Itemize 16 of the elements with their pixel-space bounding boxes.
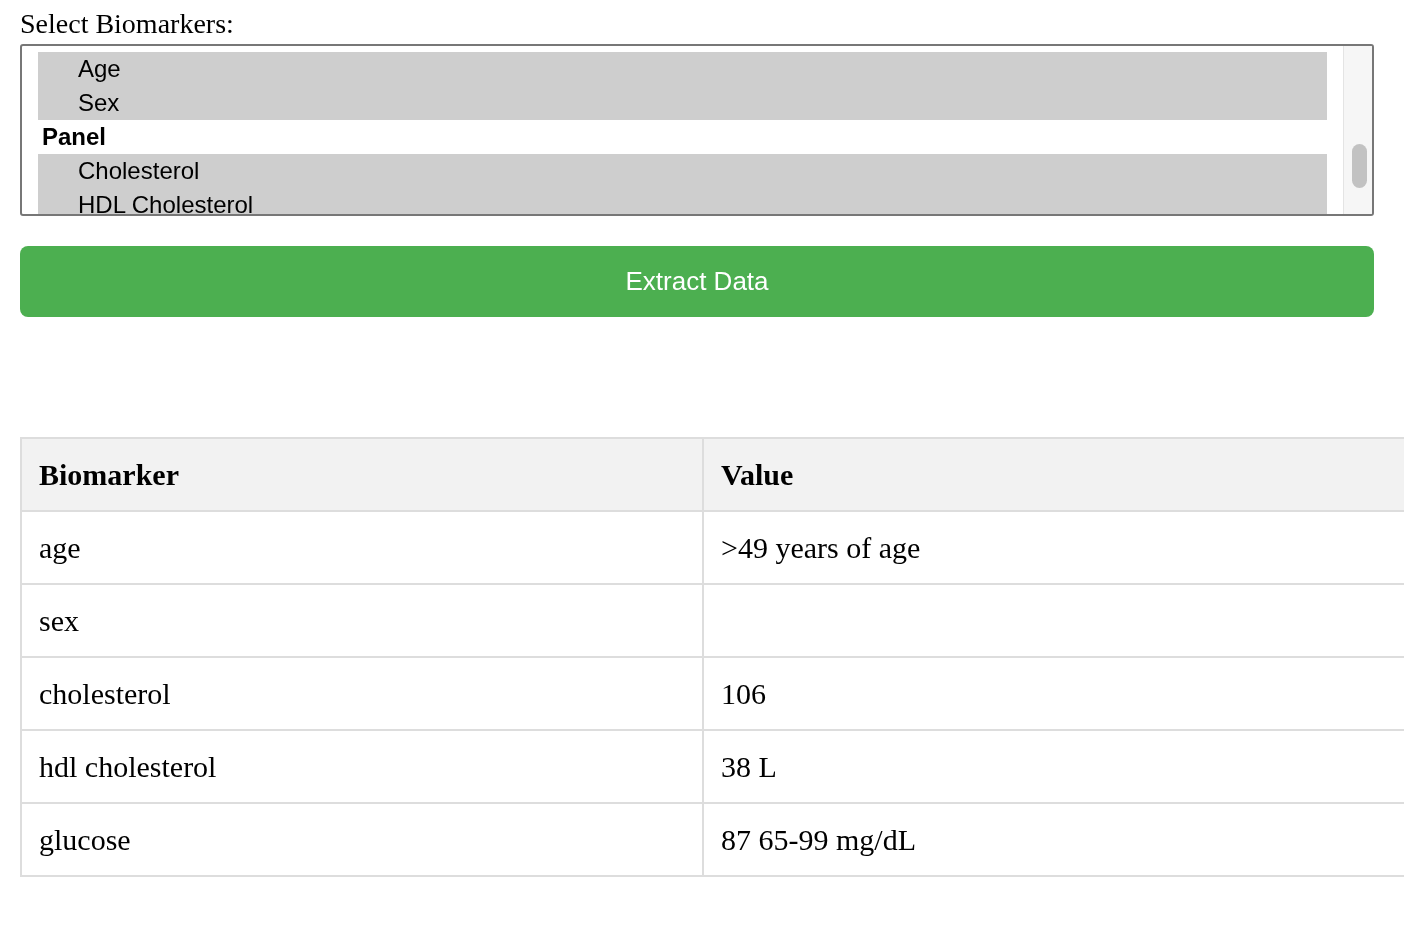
- list-option[interactable]: HDL Cholesterol: [38, 188, 1327, 214]
- scrollbar-track[interactable]: [1343, 46, 1372, 214]
- column-header: Biomarker: [21, 438, 703, 511]
- table-cell: sex: [21, 584, 703, 657]
- table-cell: hdl cholesterol: [21, 730, 703, 803]
- list-option[interactable]: Sex: [38, 86, 1327, 120]
- list-option[interactable]: Age: [38, 52, 1327, 86]
- list-option[interactable]: Cholesterol: [38, 154, 1327, 188]
- scrollbar-thumb[interactable]: [1352, 144, 1367, 188]
- table-cell: cholesterol: [21, 657, 703, 730]
- table-cell: glucose: [21, 803, 703, 876]
- field-label: Select Biomarkers:: [20, 8, 234, 40]
- column-header: Value: [703, 438, 1404, 511]
- biomarker-listbox[interactable]: Age Sex Panel Cholesterol HDL Cholesterol: [20, 44, 1374, 216]
- option-group-label: Panel: [41, 122, 108, 152]
- table-cell: age: [21, 511, 703, 584]
